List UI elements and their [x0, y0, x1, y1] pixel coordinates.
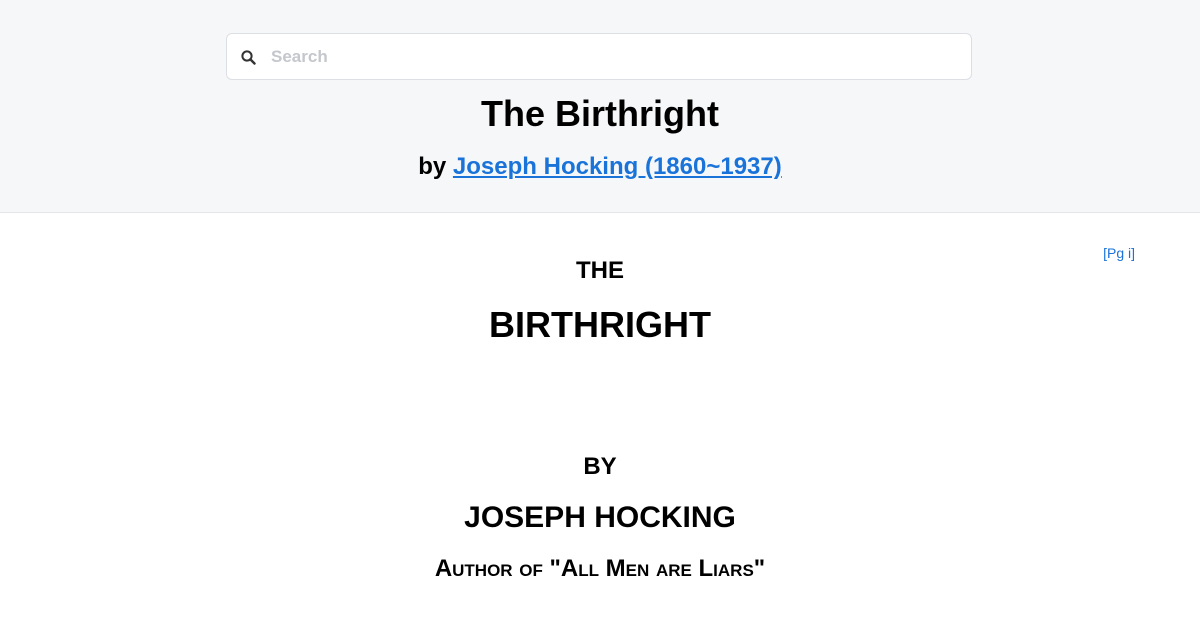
author-link[interactable]: Joseph Hocking (1860~1937)	[453, 153, 782, 180]
title-line-the: THE	[576, 257, 624, 284]
search-input[interactable]	[271, 34, 961, 79]
book-header: The Birthright by Joseph Hocking (1860~1…	[0, 0, 1200, 213]
title-line-author-of: Author of "All Men are Liars"	[434, 555, 766, 582]
title-line-birthright: BIRTHRIGHT	[489, 304, 711, 345]
search-icon	[239, 48, 259, 68]
title-line-by: BY	[583, 453, 617, 480]
byline: by Joseph Hocking (1860~1937)	[0, 151, 1200, 183]
byline-prefix: by	[418, 153, 447, 180]
title-line-author: JOSEPH HOCKING	[464, 501, 736, 534]
search-box[interactable]	[226, 33, 972, 80]
page-title: The Birthright	[481, 93, 719, 134]
